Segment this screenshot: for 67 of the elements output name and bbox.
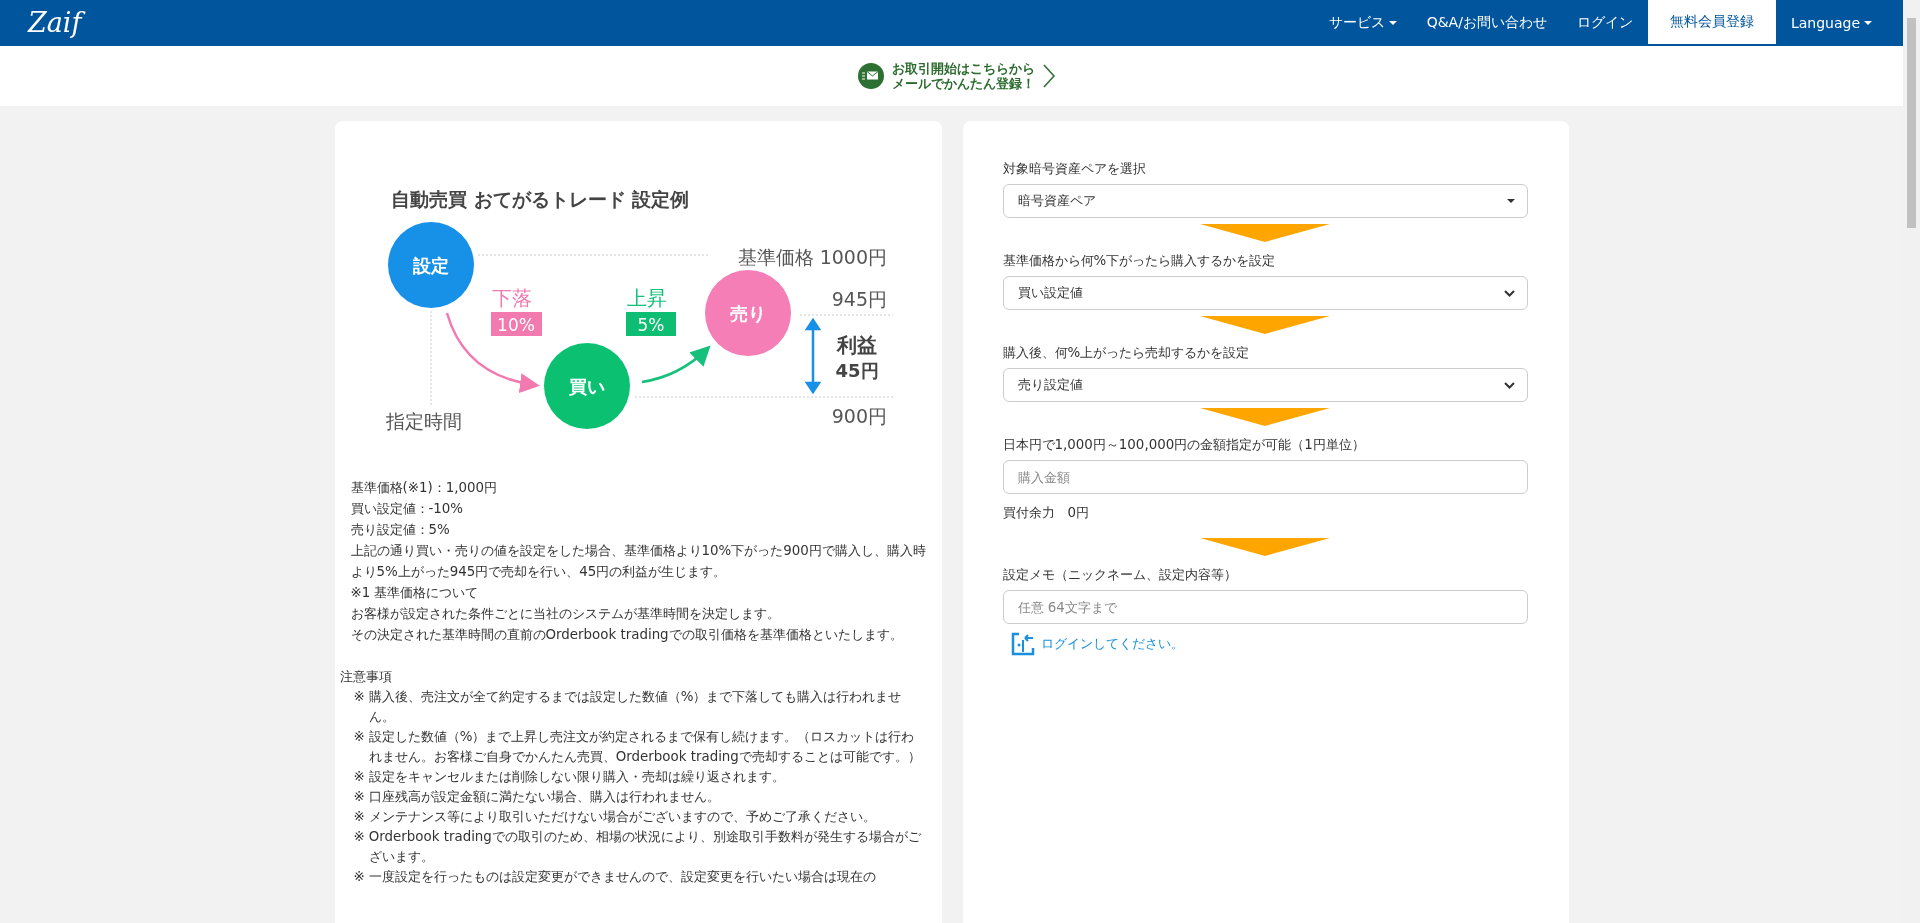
nav-link[interactable]: Q&A/お問い合わせ	[1411, 0, 1562, 46]
note-mark: ※	[353, 768, 365, 786]
description-text: 買い設定値：-10%	[350, 500, 465, 518]
note-mark: ※	[353, 688, 365, 706]
field-label: 基準価格から何%下がったら購入するかを設定	[1002, 252, 1277, 270]
description-text: 売り設定値：5%	[350, 521, 451, 539]
notes-title: 注意事項	[338, 668, 393, 686]
description-text: 上記の通り買い・売りの値を設定をした場合、基準価格より10%下がった900円で購入し、購入時より5%上がった945円で売却を行い、45円の利益が生じます。	[350, 542, 927, 581]
field-label: 設定メモ（ニックネーム、設定内容等）	[1002, 566, 1238, 584]
note-text: 購入後、売注文が全て約定するまでは設定した数値（%）まで下落しても購入は行われません。	[368, 688, 903, 726]
drop-badge: 10%	[490, 312, 542, 336]
down-arrow-icon	[1200, 224, 1330, 242]
pair-dropdown[interactable]: 暗号資産ペア	[1002, 184, 1528, 218]
select-field[interactable]: 買い設定値	[1002, 276, 1528, 310]
sell-price-label: 945円	[831, 288, 887, 310]
drop-label: 下落	[491, 286, 532, 310]
double-arrow-icon	[804, 318, 820, 394]
sell-circle: 売り	[704, 270, 791, 356]
field-label: 購入後、何%上がったら売却するかを設定	[1002, 344, 1251, 362]
note-text: 一度設定を行ったものは設定変更ができませんので、設定変更を行いたい場合は現在の	[368, 868, 876, 886]
description-text: お客様が設定された条件ごとに当社のシステムが基準時間を決定します。	[350, 605, 781, 623]
nav-link[interactable]: 無料会員登録	[1647, 0, 1776, 44]
note-mark: ※	[353, 728, 365, 746]
field-label: 対象暗号資産ペアを選択	[1002, 160, 1147, 178]
signup-banner-text[interactable]: メールでかんたん登録！	[892, 76, 1035, 91]
select-field[interactable]: 売り設定値	[1002, 368, 1528, 402]
nav-link[interactable]: Language	[1775, 0, 1887, 46]
note-mark: ※	[353, 808, 365, 826]
note-mark: ※	[353, 868, 365, 886]
description-text: ※1 基準価格について	[350, 584, 480, 602]
down-arrow-icon	[1200, 408, 1330, 426]
login-icon	[1010, 632, 1035, 656]
rise-label: 上昇	[626, 286, 667, 310]
time-label: 指定時間	[385, 410, 462, 432]
buy-price-label: 900円	[831, 405, 887, 427]
description-text: 基準価格(※1)：1,000円	[350, 479, 499, 497]
setting-circle: 設定	[387, 222, 474, 308]
chevron-down-icon	[1503, 381, 1515, 389]
mail-icon	[858, 63, 884, 89]
signup-banner-text[interactable]: お取引開始はこちらから	[892, 61, 1035, 76]
rise-badge: 5%	[625, 312, 676, 336]
note-mark: ※	[353, 828, 365, 846]
down-arrow-icon	[1200, 316, 1330, 334]
chevron-down-icon	[1503, 289, 1515, 297]
chevron-right-icon	[1043, 64, 1055, 88]
login-link[interactable]: ログインしてください。	[1010, 632, 1528, 656]
base-price-label: 基準価格 1000円	[737, 246, 887, 268]
field-label: 日本円で1,000円～100,000円の金額指定が可能（1円単位）	[1002, 436, 1366, 454]
logo[interactable]: Zaif	[24, 6, 86, 40]
note-mark: ※	[353, 788, 365, 806]
profit-label: 利益	[836, 333, 877, 357]
nav-link[interactable]: サービス	[1313, 0, 1412, 46]
buying-power-text: 買付余力 0円	[1002, 504, 1091, 522]
note-text: 設定した数値（%）まで上昇し売注文が約定されるまで保有し続けます。（ロスカットは行われません。お客様ご自身でかんたん売買、Orderbook tradingで売却することは可能です。）	[368, 728, 922, 766]
input-field[interactable]: 購入金額	[1002, 460, 1528, 494]
note-text: 口座残高が設定金額に満たない場合、購入は行われません。	[368, 788, 720, 806]
nav-link[interactable]: ログイン	[1561, 0, 1648, 46]
note-text: Orderbook tradingでの取引のため、相場の状況により、別途取引手数料が発生する場合がございます。	[368, 828, 922, 866]
down-arrow-icon	[1200, 538, 1330, 556]
profit-amount: 45円	[834, 360, 879, 381]
note-text: 設定をキャンセルまたは削除しない限り購入・売却は繰り返されます。	[368, 768, 785, 786]
buy-circle: 買い	[543, 343, 630, 429]
description-text: その決定された基準時間の直前のOrderbook tradingでの取引価格を基準価格といたします。	[350, 626, 904, 644]
note-text: メンテナンス等により取引いただけない場合がございますので、予めご了承ください。	[368, 808, 876, 826]
input-field[interactable]: 任意 64文字まで	[1002, 590, 1528, 624]
curved-arrow	[641, 345, 711, 384]
diagram-title: 自動売買 おてがるトレード 設定例	[390, 188, 689, 210]
